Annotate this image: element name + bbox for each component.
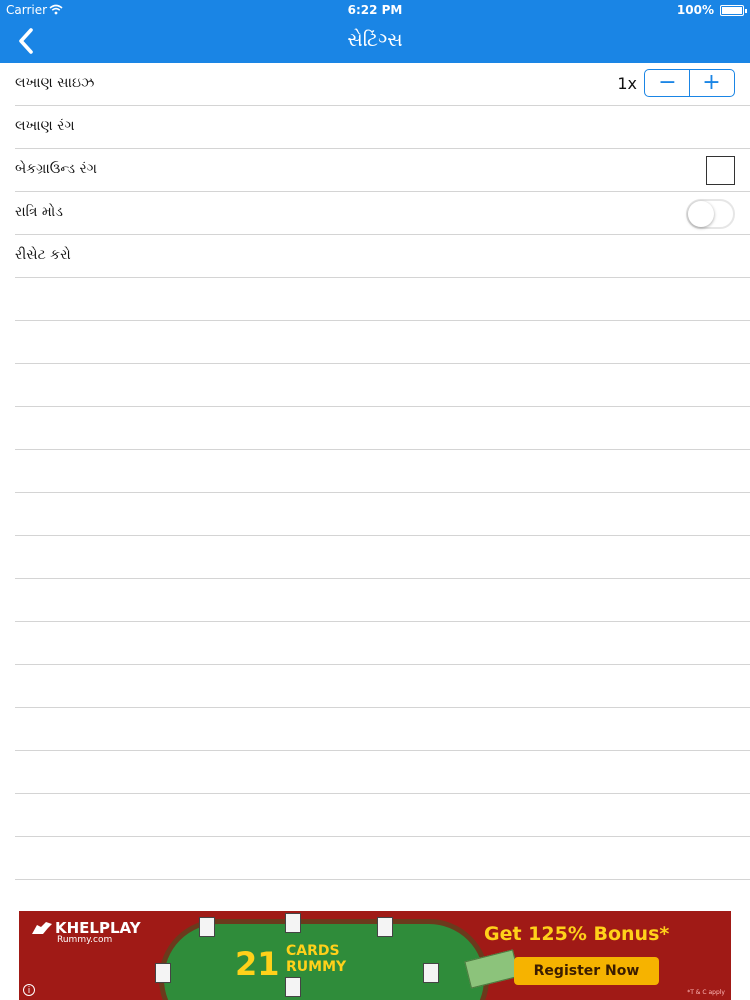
battery-percent: 100%: [676, 3, 714, 17]
empty-row: [15, 622, 750, 665]
empty-row: [15, 536, 750, 579]
ad-number: 21: [235, 945, 280, 983]
night-mode-toggle[interactable]: [686, 199, 735, 229]
ad-cards-text: CARDS: [286, 943, 340, 959]
setting-row-font-color[interactable]: લખાણ રંગ: [15, 106, 750, 149]
font-color-label: લખાણ રંગ: [15, 118, 75, 134]
font-size-label: લખાણ સાઇઝ: [15, 75, 95, 91]
player-avatar: [199, 917, 215, 937]
player-avatar: [377, 917, 393, 937]
horse-logo-icon: [32, 922, 52, 934]
decrease-font-button[interactable]: −: [645, 70, 690, 96]
info-icon[interactable]: i: [23, 984, 35, 996]
player-avatar: [423, 963, 439, 983]
setting-row-night-mode: રાત્રિ મોડ: [15, 192, 750, 235]
empty-row: [15, 278, 750, 321]
background-color-label: બેકગ્રાઉન્ડ રંગ: [15, 161, 97, 177]
page-title: સેટિંગ્સ: [347, 29, 403, 51]
battery-icon: [720, 5, 747, 16]
empty-row: [15, 321, 750, 364]
register-now-button[interactable]: Register Now: [514, 957, 659, 985]
clock: 6:22 PM: [347, 3, 403, 17]
background-color-swatch[interactable]: [706, 156, 735, 185]
ad-banner[interactable]: KHELPLAY Rummy.com 21 CARDS RUMMY Get 12…: [19, 911, 731, 1000]
empty-row: [15, 493, 750, 536]
ad-logo-subtext: Rummy.com: [57, 935, 113, 945]
night-mode-label: રાત્રિ મોડ: [15, 204, 63, 220]
player-avatar: [285, 913, 301, 933]
empty-row: [15, 794, 750, 837]
font-size-value: 1x: [617, 74, 637, 93]
empty-row: [15, 450, 750, 493]
empty-row: [15, 665, 750, 708]
toggle-knob: [688, 201, 714, 227]
empty-row: [15, 708, 750, 751]
nav-bar: સેટિંગ્સ: [0, 22, 750, 63]
empty-row: [15, 407, 750, 450]
setting-row-reset[interactable]: રીસેટ કરો: [15, 235, 750, 278]
setting-row-font-size: લખાણ સાઇઝ 1x − +: [15, 63, 750, 106]
reset-label: રીસેટ કરો: [15, 247, 71, 263]
ad-rummy-text: RUMMY: [286, 959, 347, 975]
empty-row: [15, 751, 750, 794]
empty-row: [15, 364, 750, 407]
ad-bonus-text: Get 125% Bonus*: [484, 923, 670, 945]
player-avatar: [155, 963, 171, 983]
increase-font-button[interactable]: +: [689, 70, 734, 96]
empty-row: [15, 579, 750, 622]
player-avatar: [285, 977, 301, 997]
status-bar: Carrier 6:22 PM 100%: [0, 0, 750, 22]
ad-terms-text: *T & C apply: [687, 989, 725, 996]
top-bar: Carrier 6:22 PM 100% સેટિંગ્સ: [0, 0, 750, 63]
empty-row: [15, 837, 750, 880]
setting-row-background-color: બેકગ્રાઉન્ડ રંગ: [15, 149, 750, 192]
font-size-stepper: − +: [644, 69, 735, 97]
